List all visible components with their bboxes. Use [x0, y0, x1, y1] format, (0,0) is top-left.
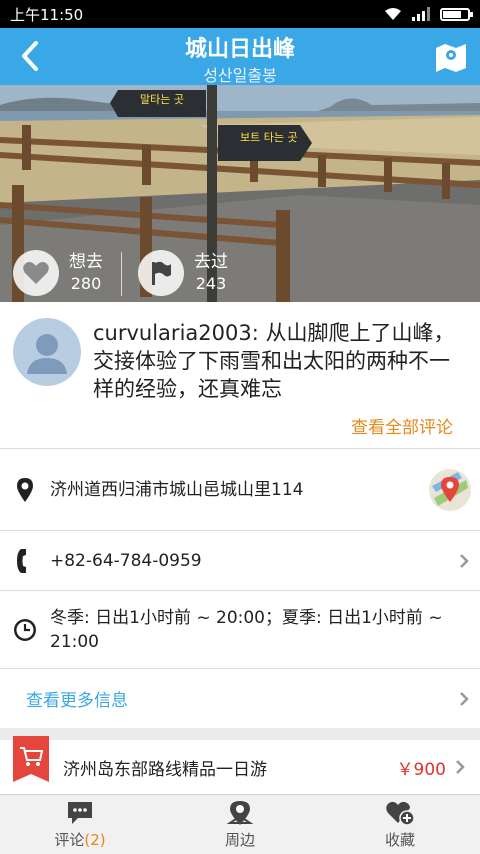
- want-to-go-button[interactable]: 想去 280: [13, 250, 103, 296]
- chevron-right-icon: [448, 553, 480, 569]
- comment-icon: [68, 802, 92, 824]
- cart-tag-icon: [13, 736, 49, 782]
- product-price: ￥900: [396, 760, 446, 780]
- section-gap: [0, 728, 480, 740]
- tab-comments-label: 评论: [54, 831, 85, 849]
- wifi-icon: [385, 8, 401, 20]
- tab-favorite-label: 收藏: [384, 831, 415, 849]
- want-count: 280: [70, 274, 102, 293]
- tab-comments-count: (2): [84, 831, 106, 849]
- maps-app-icon[interactable]: [420, 468, 480, 512]
- review-card: curvularia2003: 从山脚爬上了山峰，交接体验了下雨雪和出太阳的两种…: [0, 302, 480, 448]
- been-label: 去过: [194, 252, 228, 272]
- been-count: 243: [195, 274, 227, 293]
- battery-icon: [440, 7, 473, 21]
- bottom-tab-bar: 评论(2) 周边 收藏: [0, 794, 480, 854]
- avatar: [13, 318, 81, 386]
- clock-icon: [14, 618, 36, 641]
- product-row[interactable]: 济州岛东部路线精品一日游 ￥900: [0, 736, 480, 794]
- tab-nearby-label: 周边: [224, 831, 255, 849]
- product-name: 济州岛东部路线精品一日游: [63, 760, 267, 780]
- chevron-right-icon: [448, 691, 480, 707]
- address-row[interactable]: 济州道西归浦市城山邑城山里114: [0, 448, 480, 530]
- page-title: 城山日出峰: [184, 37, 295, 62]
- address-text: 济州道西归浦市城山邑城山里114: [50, 479, 304, 500]
- chevron-right-icon: [444, 759, 476, 775]
- hours-text: 冬季: 日出1小时前 ~ 20:00；夏季: 日出1小时前 ~ 21:00: [50, 607, 443, 652]
- been-there-button[interactable]: 去过 243: [138, 250, 228, 296]
- hours-row: 冬季: 日出1小时前 ~ 20:00；夏季: 日出1小时前 ~ 21:00: [0, 590, 480, 668]
- signal-icon: [412, 7, 430, 21]
- more-info-link[interactable]: 查看更多信息: [0, 686, 448, 711]
- status-time: 上午11:50: [10, 5, 84, 24]
- map-icon: [436, 44, 466, 72]
- location-pin-icon: [17, 477, 33, 502]
- tab-favorite[interactable]: 收藏: [320, 795, 480, 854]
- nearby-pin-icon: [226, 801, 254, 825]
- review-text: curvularia2003: 从山脚爬上了山峰，交接体验了下雨雪和出太阳的两种…: [93, 321, 455, 401]
- phone-icon: [17, 548, 26, 573]
- status-bar: 上午11:50: [0, 0, 480, 28]
- tab-nearby[interactable]: 周边: [160, 795, 320, 854]
- page-subtitle: 성산일출봉: [203, 66, 277, 85]
- phone-row[interactable]: +82-64-784-0959: [0, 530, 480, 590]
- see-all-reviews-link[interactable]: 查看全部评论: [351, 413, 453, 438]
- tab-comments[interactable]: 评论(2): [0, 795, 160, 854]
- heart-plus-icon: [386, 801, 415, 826]
- heart-icon: [13, 250, 59, 296]
- flag-icon: [138, 250, 184, 296]
- phone-text: +82-64-784-0959: [50, 550, 202, 571]
- stat-divider: [121, 252, 122, 296]
- map-button[interactable]: [434, 40, 468, 74]
- want-label: 想去: [69, 252, 103, 272]
- sign-top-text: 말타는 곳: [140, 93, 184, 106]
- sign-bottom-text: 보트 타는 곳: [240, 131, 298, 144]
- title-bar: 城山日出峰 성산일출봉: [0, 28, 480, 85]
- more-info-row[interactable]: 查看更多信息: [0, 668, 480, 728]
